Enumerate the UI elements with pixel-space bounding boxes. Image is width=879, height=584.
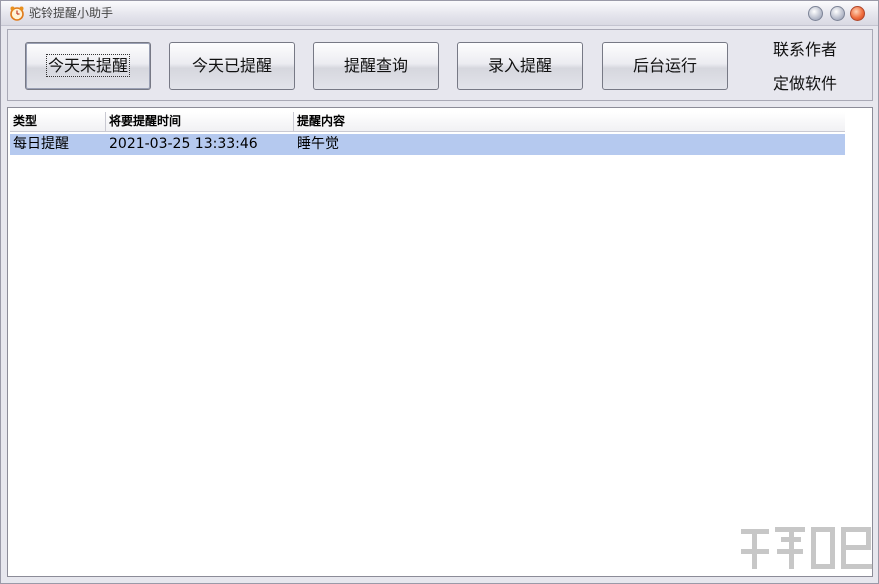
today-not-reminded-label: 今天未提醒	[45, 54, 131, 77]
today-reminded-label: 今天已提醒	[191, 56, 272, 75]
cell-content: 睡午觉	[297, 136, 339, 152]
run-in-background-label: 后台运行	[632, 56, 697, 75]
close-icon[interactable]	[850, 6, 865, 21]
custom-software-link[interactable]: 定做软件	[760, 70, 850, 94]
add-reminder-label: 录入提醒	[487, 56, 552, 75]
cell-type: 每日提醒	[13, 136, 69, 152]
reminder-list[interactable]: 类型 将要提醒时间 提醒内容 每日提醒 2021-03-25 13:33:46 …	[7, 107, 873, 577]
list-header: 类型 将要提醒时间 提醒内容	[10, 112, 845, 132]
today-not-reminded-button[interactable]: 今天未提醒	[25, 42, 151, 90]
contact-author-link[interactable]: 联系作者	[760, 36, 850, 60]
column-header-type[interactable]: 类型	[10, 112, 106, 132]
minimize-icon[interactable]	[808, 6, 823, 21]
watermark-logo	[741, 527, 873, 569]
run-in-background-button[interactable]: 后台运行	[602, 42, 728, 90]
window-title: 驼铃提醒小助手	[29, 6, 114, 20]
cell-time: 2021-03-25 13:33:46	[109, 136, 258, 152]
column-header-time[interactable]: 将要提醒时间	[106, 112, 294, 132]
reminder-query-label: 提醒查询	[343, 56, 408, 75]
reminder-query-button[interactable]: 提醒查询	[313, 42, 439, 90]
table-row[interactable]: 每日提醒 2021-03-25 13:33:46 睡午觉	[10, 134, 845, 155]
app-window: 驼铃提醒小助手 今天未提醒 今天已提醒 提醒查询 录入提醒 后台运行 联系作者 …	[0, 0, 879, 584]
maximize-icon[interactable]	[830, 6, 845, 21]
today-reminded-button[interactable]: 今天已提醒	[169, 42, 295, 90]
alarm-clock-icon	[10, 6, 24, 21]
toolbar: 今天未提醒 今天已提醒 提醒查询 录入提醒 后台运行 联系作者 定做软件	[7, 29, 873, 101]
column-header-content[interactable]: 提醒内容	[294, 112, 845, 132]
title-bar[interactable]: 驼铃提醒小助手	[1, 1, 878, 26]
add-reminder-button[interactable]: 录入提醒	[457, 42, 583, 90]
